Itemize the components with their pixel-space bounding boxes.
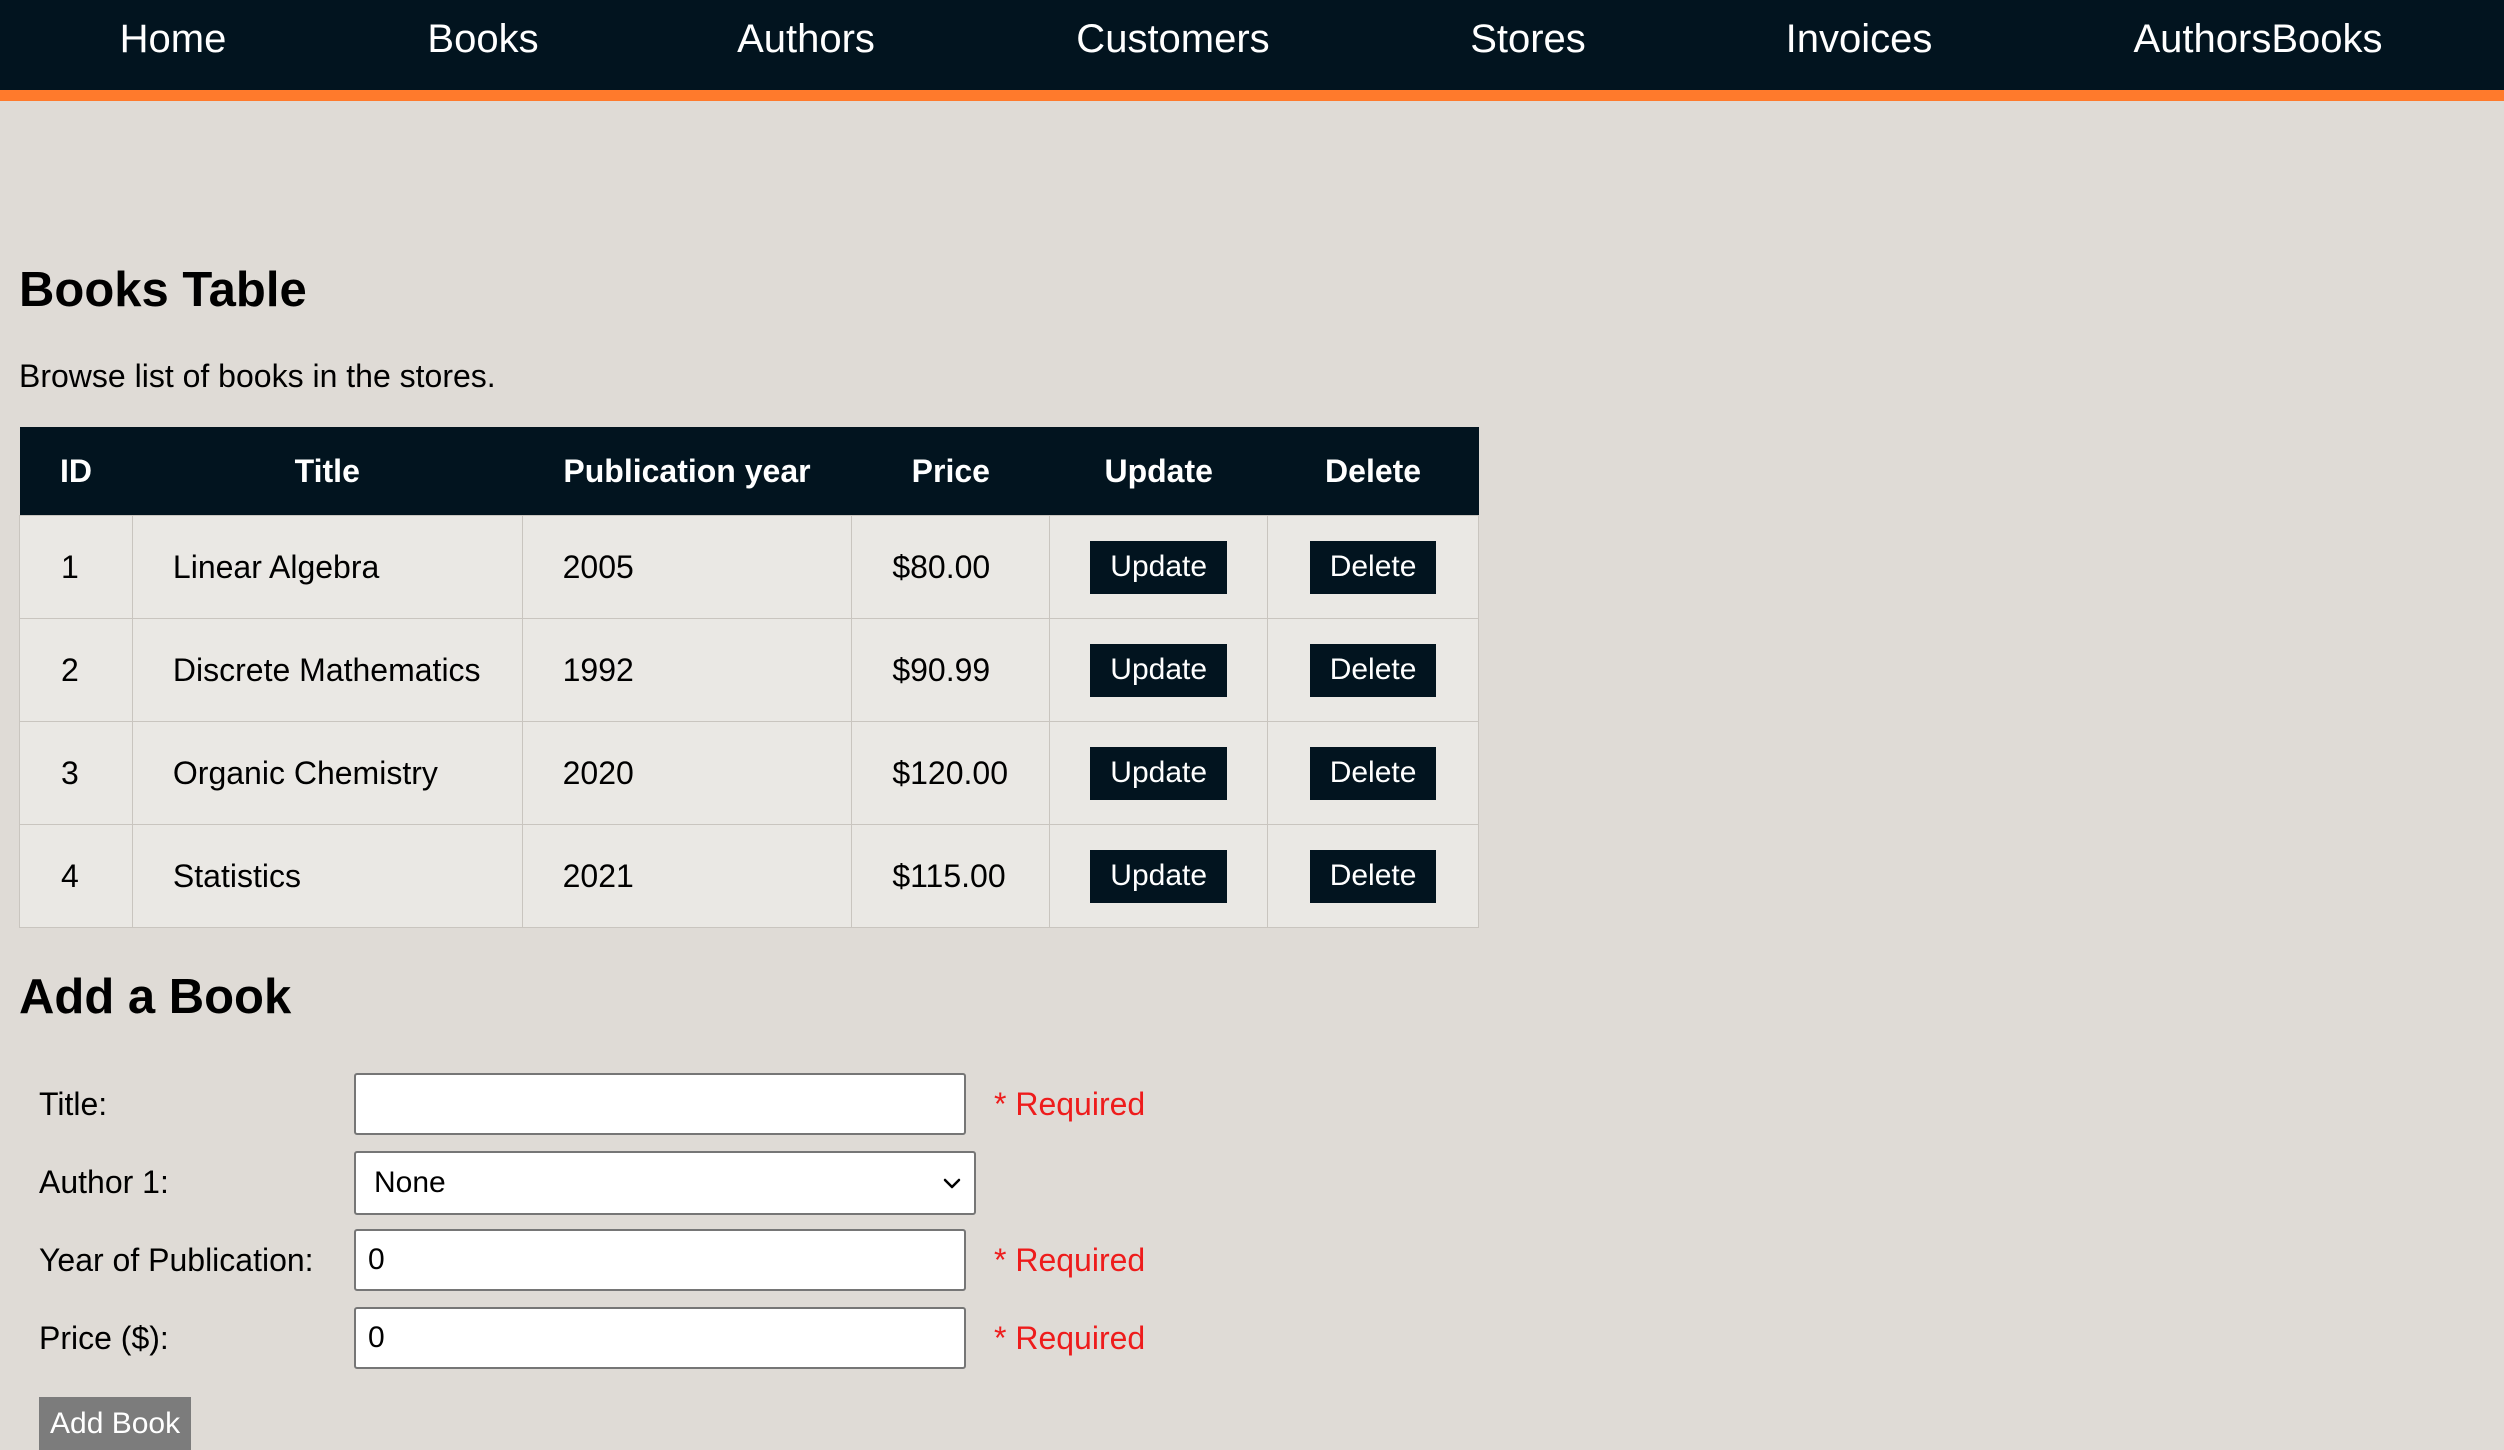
column-header-delete: Delete [1267, 427, 1479, 516]
update-button[interactable]: Update [1090, 746, 1228, 800]
cell-update: Update [1049, 515, 1269, 619]
year-required-note: * Required [994, 1242, 1146, 1278]
column-header-title: Title [132, 427, 523, 516]
cell-id: 1 [19, 515, 133, 619]
table-row: 3 Organic Chemistry 2020 $120.00 Update … [19, 721, 1479, 825]
column-header-update: Update [1049, 427, 1268, 516]
update-button[interactable]: Update [1090, 643, 1228, 697]
cell-update: Update [1049, 618, 1269, 722]
cell-price: $80.00 [851, 515, 1051, 619]
nav-link-home[interactable]: Home [120, 0, 227, 80]
cell-id: 2 [19, 618, 133, 722]
year-label: Year of Publication: [39, 1242, 314, 1278]
column-header-publication-year: Publication year [522, 427, 852, 516]
cell-title: Linear Algebra [131, 515, 523, 619]
cell-price: $90.99 [851, 618, 1051, 722]
update-button[interactable]: Update [1090, 540, 1228, 594]
cell-update: Update [1049, 721, 1269, 825]
cell-delete: Delete [1267, 515, 1479, 619]
column-header-price: Price [851, 427, 1050, 516]
nav-link-customers[interactable]: Customers [1076, 0, 1269, 80]
page-title: Books Table [19, 263, 307, 317]
cell-delete: Delete [1267, 824, 1479, 928]
delete-button[interactable]: Delete [1309, 746, 1437, 800]
top-navbar: Home Books Authors Customers Stores Invo… [0, 0, 2504, 101]
table-row: 2 Discrete Mathematics 1992 $90.99 Updat… [19, 618, 1479, 722]
cell-year: 2005 [521, 515, 853, 619]
cell-year: 2020 [521, 721, 853, 825]
title-label: Title: [39, 1086, 108, 1122]
cell-year: 2021 [521, 824, 853, 928]
books-table: ID Title Publication year Price Update D… [19, 427, 1479, 928]
title-required-note: * Required [994, 1086, 1146, 1122]
delete-button[interactable]: Delete [1309, 849, 1437, 903]
cell-title: Statistics [131, 824, 523, 928]
author-label: Author 1: [39, 1164, 169, 1200]
nav-link-authors[interactable]: Authors [737, 0, 875, 80]
title-input[interactable] [354, 1073, 966, 1135]
author-select[interactable]: None [354, 1151, 976, 1215]
cell-delete: Delete [1267, 618, 1479, 722]
nav-link-stores[interactable]: Stores [1470, 0, 1586, 80]
cell-title: Organic Chemistry [131, 721, 523, 825]
cell-year: 1992 [521, 618, 853, 722]
price-input[interactable] [354, 1307, 966, 1369]
add-book-button[interactable]: Add Book [39, 1397, 192, 1450]
add-book-title: Add a Book [19, 970, 292, 1024]
delete-button[interactable]: Delete [1309, 643, 1437, 697]
update-button[interactable]: Update [1090, 849, 1228, 903]
page-description: Browse list of books in the stores. [19, 358, 496, 394]
table-row: 1 Linear Algebra 2005 $80.00 Update Dele… [19, 515, 1479, 619]
delete-button[interactable]: Delete [1309, 540, 1437, 594]
column-header-id: ID [19, 427, 133, 516]
table-row: 4 Statistics 2021 $115.00 Update Delete [19, 824, 1479, 928]
price-required-note: * Required [994, 1320, 1146, 1356]
cell-price: $115.00 [851, 824, 1051, 928]
cell-price: $120.00 [851, 721, 1051, 825]
cell-title: Discrete Mathematics [131, 618, 523, 722]
cell-update: Update [1049, 824, 1269, 928]
table-header-row: ID Title Publication year Price Update D… [19, 427, 1479, 516]
cell-id: 4 [19, 824, 133, 928]
nav-link-invoices[interactable]: Invoices [1786, 0, 1933, 80]
price-label: Price ($): [39, 1320, 169, 1356]
chevron-down-icon [943, 1178, 961, 1189]
author-select-value: None [374, 1166, 446, 1199]
nav-link-authorsbooks[interactable]: AuthorsBooks [2133, 0, 2382, 80]
nav-link-books[interactable]: Books [427, 0, 538, 80]
cell-delete: Delete [1267, 721, 1479, 825]
year-input[interactable] [354, 1229, 966, 1291]
cell-id: 3 [19, 721, 133, 825]
